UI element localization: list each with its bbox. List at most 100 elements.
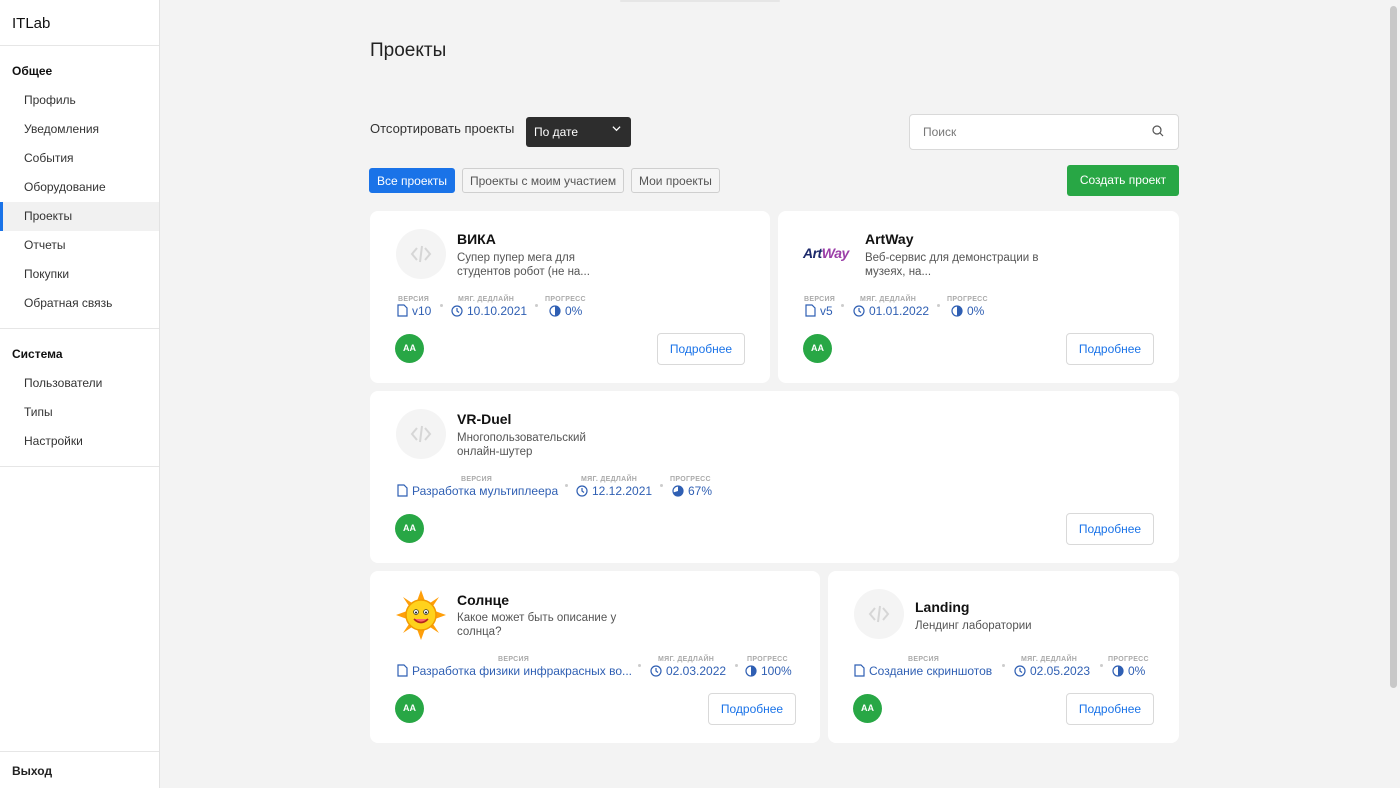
progress-text: 100% [761, 664, 792, 678]
clock-icon [576, 485, 588, 497]
deadline-value: 02.05.2023 [1014, 664, 1090, 678]
page-title: Проекты [370, 40, 447, 61]
clock-icon [650, 665, 662, 677]
separator-dot [535, 304, 538, 307]
deadline-value: 10.10.2021 [451, 304, 527, 318]
sort-select[interactable]: По дате [526, 117, 631, 147]
separator-dot [638, 664, 641, 667]
details-button[interactable]: Подробнее [657, 333, 745, 365]
file-icon [397, 664, 408, 677]
nav-group-system: Система Пользователи Типы Настройки [0, 329, 159, 467]
project-title[interactable]: Landing [915, 599, 969, 615]
sidebar-item-profile[interactable]: Профиль [0, 86, 159, 115]
details-button[interactable]: Подробнее [1066, 513, 1154, 545]
version-value[interactable]: v10 [397, 304, 431, 318]
search-input[interactable] [910, 115, 1130, 149]
project-card: VR-Duel Многопользовательский онлайн-шут… [370, 391, 1179, 563]
sidebar-item-reports[interactable]: Отчеты [0, 231, 159, 260]
deadline-value: 01.01.2022 [853, 304, 929, 318]
progress-value: 0% [549, 304, 582, 318]
project-description: Какое может быть описание у солнца? [457, 612, 617, 638]
details-button[interactable]: Подробнее [1066, 333, 1154, 365]
version-value[interactable]: Разработка физики инфракрасных во... [397, 664, 632, 678]
filter-my-projects-button[interactable]: Мои проекты [631, 168, 720, 193]
search-box [909, 114, 1179, 150]
sidebar-item-notifications[interactable]: Уведомления [0, 115, 159, 144]
separator-dot [735, 664, 738, 667]
scrollbar-thumb[interactable] [1390, 6, 1397, 688]
progress-label: ПРОГРЕСС [747, 656, 788, 663]
project-logo [396, 409, 446, 459]
details-button[interactable]: Подробнее [1066, 693, 1154, 725]
project-title[interactable]: VR-Duel [457, 411, 511, 427]
version-text: Разработка мультиплеера [412, 484, 559, 498]
version-value[interactable]: v5 [805, 304, 833, 318]
project-title[interactable]: ArtWay [865, 231, 914, 247]
deadline-text: 02.03.2022 [666, 664, 727, 678]
filter-my-participation-button[interactable]: Проекты с моим участием [462, 168, 625, 193]
details-button[interactable]: Подробнее [708, 693, 796, 725]
sidebar-item-events[interactable]: События [0, 144, 159, 173]
sidebar-item-types[interactable]: Типы [0, 398, 159, 427]
project-description: Многопользовательский онлайн-шутер [457, 432, 586, 458]
sort-label: Отсортировать проекты [370, 121, 515, 136]
project-description: Супер пупер мега для студентов робот (не… [457, 252, 590, 278]
artway-logo: ArtWay [803, 245, 849, 261]
deadline-text: 01.01.2022 [869, 304, 930, 318]
sidebar-item-purchases[interactable]: Покупки [0, 260, 159, 289]
progress-pie-icon [1112, 665, 1124, 677]
progress-pie-icon [549, 305, 561, 317]
deadline-value: 12.12.2021 [576, 484, 652, 498]
artway-logo-text-way: Way [821, 245, 850, 261]
create-project-button[interactable]: Создать проект [1067, 165, 1179, 196]
progress-label: ПРОГРЕСС [947, 296, 988, 303]
sidebar-item-equipment[interactable]: Оборудование [0, 173, 159, 202]
code-placeholder-icon [868, 605, 890, 623]
nav-group-general: Общее Профиль Уведомления События Оборуд… [0, 46, 159, 329]
project-card: Солнце Какое может быть описание у солнц… [370, 571, 820, 743]
brand-title[interactable]: ITLab [0, 0, 159, 46]
project-card: ArtWay ArtWay Веб-сервис для демонстраци… [778, 211, 1179, 383]
version-value[interactable]: Создание скриншотов [854, 664, 992, 678]
project-description: Веб-сервис для демонстрации в музеях, на… [865, 252, 1039, 278]
sidebar-item-projects[interactable]: Проекты [0, 202, 159, 231]
project-title[interactable]: Солнце [457, 592, 509, 608]
clock-icon [1014, 665, 1026, 677]
version-text: Разработка физики инфракрасных во... [412, 664, 633, 678]
version-label: ВЕРСИЯ [908, 656, 940, 663]
version-value[interactable]: Разработка мультиплеера [397, 484, 558, 498]
separator-dot [937, 304, 940, 307]
separator-dot [1002, 664, 1005, 667]
code-placeholder-icon [410, 425, 432, 443]
progress-pie-icon [951, 305, 963, 317]
progress-label: ПРОГРЕСС [1108, 656, 1149, 663]
artway-logo-text-art: Art [803, 245, 822, 261]
sidebar-item-feedback[interactable]: Обратная связь [0, 289, 159, 318]
chevron-down-icon [612, 124, 621, 136]
logout-button[interactable]: Выход [0, 751, 159, 788]
progress-value: 67% [672, 484, 712, 498]
page-scrollbar[interactable] [1386, 0, 1400, 788]
version-text: Создание скриншотов [869, 664, 993, 678]
deadline-text: 02.05.2023 [1030, 664, 1091, 678]
separator-dot [1100, 664, 1103, 667]
avatar[interactable]: AA [803, 334, 832, 363]
avatar[interactable]: AA [395, 334, 424, 363]
deadline-label: МЯГ. ДЕДЛАЙН [1021, 656, 1078, 663]
avatar[interactable]: AA [395, 694, 424, 723]
search-icon[interactable] [1152, 125, 1164, 137]
filter-all-projects-button[interactable]: Все проекты [369, 168, 456, 193]
avatar[interactable]: AA [395, 514, 424, 543]
deadline-label: МЯГ. ДЕДЛАЙН [458, 296, 515, 303]
deadline-label: МЯГ. ДЕДЛАЙН [581, 476, 638, 483]
progress-label: ПРОГРЕСС [670, 476, 711, 483]
avatar[interactable]: AA [853, 694, 882, 723]
project-logo [854, 589, 904, 639]
nav-group-title: Общее [12, 64, 53, 78]
file-icon [397, 304, 408, 317]
version-label: ВЕРСИЯ [804, 296, 836, 303]
file-icon [805, 304, 816, 317]
sidebar-item-users[interactable]: Пользователи [0, 369, 159, 398]
sidebar-item-settings[interactable]: Настройки [0, 427, 159, 456]
project-title[interactable]: ВИКА [457, 231, 496, 247]
